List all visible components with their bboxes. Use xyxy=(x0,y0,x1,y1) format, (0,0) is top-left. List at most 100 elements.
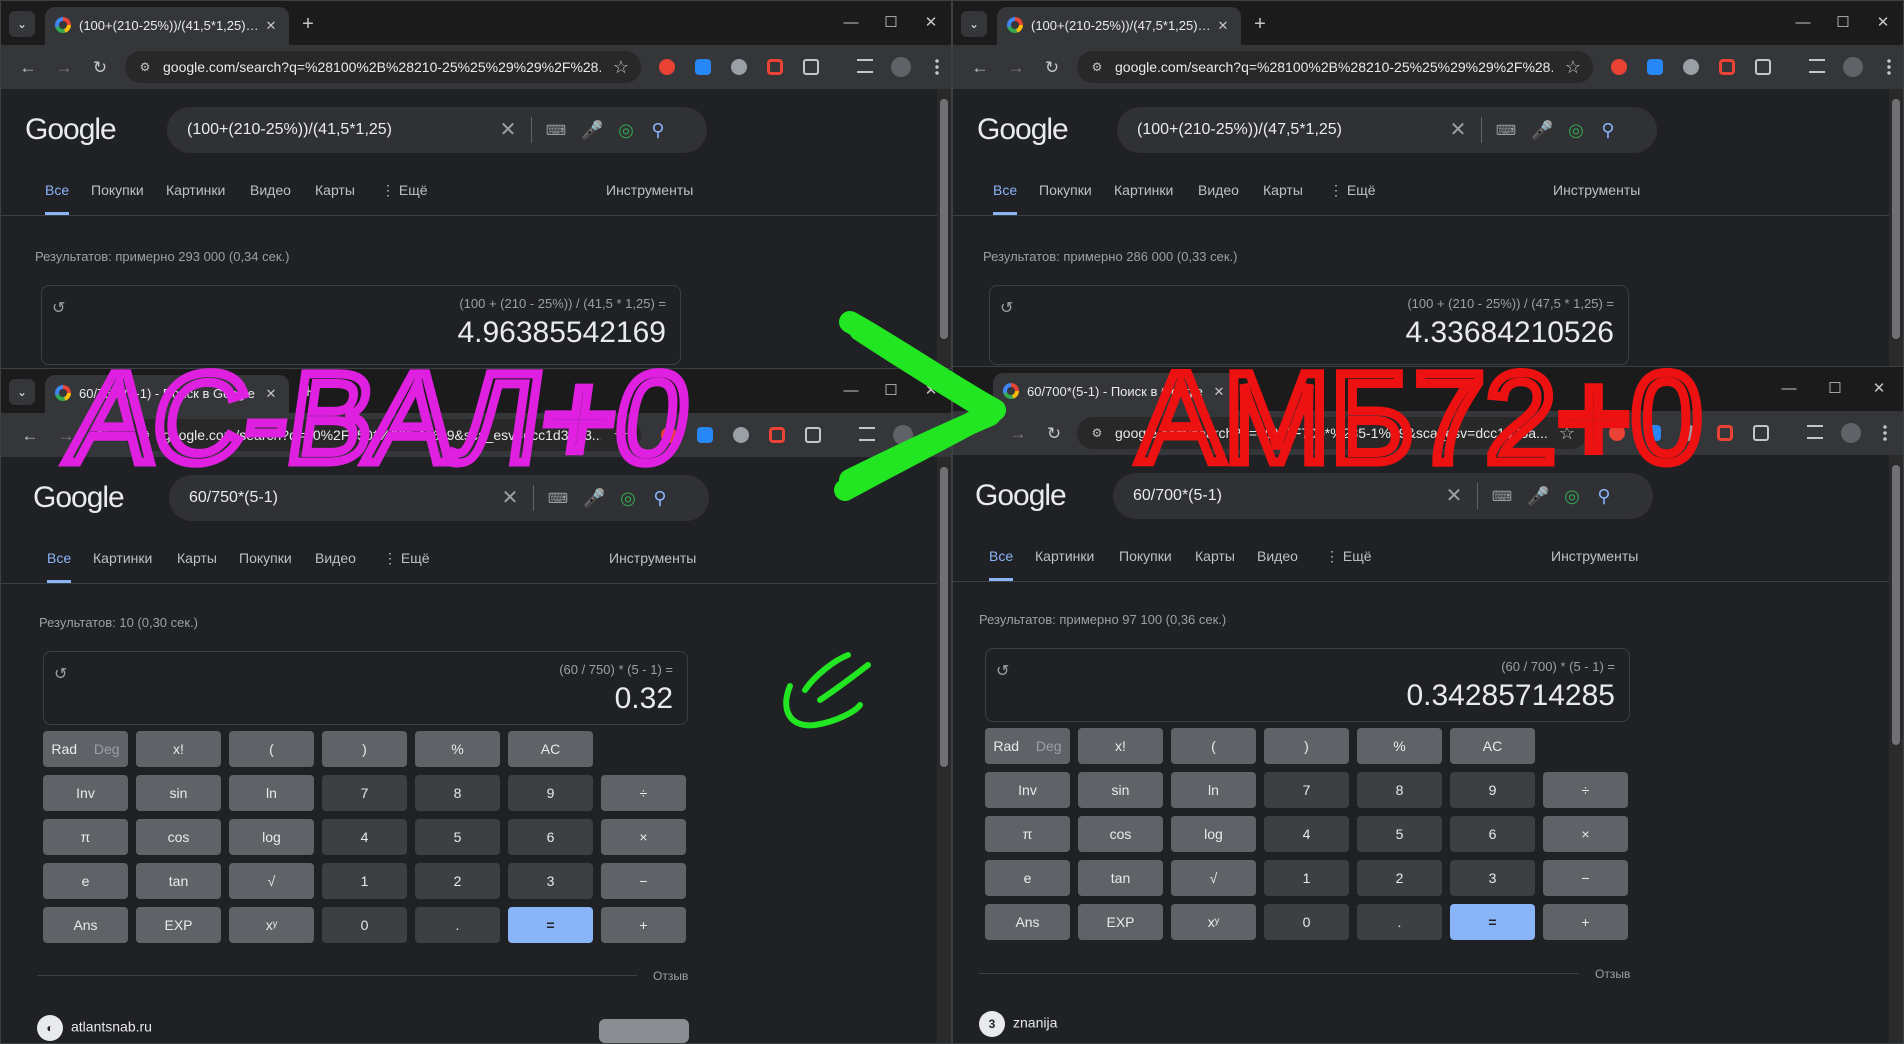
extensions-puzzle-icon[interactable] xyxy=(1755,59,1771,75)
back-button[interactable]: ← xyxy=(967,55,993,81)
scrollbar[interactable] xyxy=(937,457,951,1043)
tab-all[interactable]: Все xyxy=(47,537,72,583)
scrollbar-thumb[interactable] xyxy=(940,99,948,339)
browser-tab[interactable]: (100+(210-25%))/(41,5*1,25) - П ✕ xyxy=(45,7,289,45)
key-8[interactable]: 8 xyxy=(1357,772,1442,808)
tab-shopping[interactable]: Покупки xyxy=(239,537,292,580)
browser-tab[interactable]: 60/700*(5-1) - Поиск в Google ✕ xyxy=(993,373,1237,411)
tab-maps[interactable]: Карты xyxy=(1263,169,1303,212)
key-dot[interactable]: . xyxy=(415,907,500,943)
scrollbar[interactable] xyxy=(937,89,951,369)
tab-search-button[interactable]: ⌄ xyxy=(9,379,35,405)
tab-video[interactable]: Видео xyxy=(1198,169,1239,212)
key-5[interactable]: 5 xyxy=(1357,816,1442,852)
key-factorial[interactable]: x! xyxy=(1078,728,1163,764)
minimize-button[interactable]: — xyxy=(1769,375,1809,403)
search-input[interactable]: (100+(210-25%))/(41,5*1,25) ✕ ⌨ 🎤 ◎ ⚲ xyxy=(167,107,707,153)
chrome-menu-icon[interactable] xyxy=(937,426,941,444)
feedback-link[interactable]: Отзыв xyxy=(1595,967,1630,981)
chrome-menu-icon[interactable] xyxy=(1883,424,1887,442)
key-equals[interactable]: = xyxy=(1450,904,1535,940)
tab-close-icon[interactable]: ✕ xyxy=(1213,16,1233,36)
tab-more[interactable]: ⋮ Ещё xyxy=(1325,535,1372,578)
address-bar[interactable]: ⚙ google.com/search?q=%28100%2B%28210-25… xyxy=(125,51,641,83)
minimize-button[interactable]: — xyxy=(831,377,871,405)
key-sqrt[interactable]: √ xyxy=(1171,860,1256,896)
google-logo[interactable]: Google xyxy=(977,113,1069,147)
search-input[interactable]: 60/700*(5-1) ✕ ⌨ 🎤 ◎ ⚲ xyxy=(1113,473,1653,519)
profile-avatar-icon[interactable] xyxy=(1843,57,1863,77)
key-power[interactable]: xʸ xyxy=(229,907,314,943)
key-open-paren[interactable]: ( xyxy=(1171,728,1256,764)
key-0[interactable]: 0 xyxy=(322,907,407,943)
maximize-button[interactable]: ☐ xyxy=(1823,9,1863,37)
site-info-icon[interactable]: ⚙ xyxy=(137,427,153,443)
key-1[interactable]: 1 xyxy=(322,863,407,899)
key-plus[interactable]: + xyxy=(601,907,686,943)
extension-red-icon[interactable] xyxy=(1611,59,1627,75)
extension-record-icon[interactable] xyxy=(767,59,783,75)
vk-extension-icon[interactable] xyxy=(695,59,711,75)
new-tab-button[interactable]: + xyxy=(295,379,321,405)
microphone-icon[interactable]: 🎤 xyxy=(1527,485,1549,507)
back-button[interactable]: ← xyxy=(17,423,43,449)
reload-button[interactable]: ↻ xyxy=(1039,55,1065,81)
scrollbar-thumb[interactable] xyxy=(1892,99,1900,339)
key-7[interactable]: 7 xyxy=(1264,772,1349,808)
key-4[interactable]: 4 xyxy=(322,819,407,855)
microphone-icon[interactable]: 🎤 xyxy=(1531,119,1553,141)
bookmark-star-icon[interactable]: ☆ xyxy=(1559,423,1575,443)
extension-gray-icon[interactable] xyxy=(733,427,749,443)
profile-avatar-icon[interactable] xyxy=(893,425,913,445)
microphone-icon[interactable]: 🎤 xyxy=(581,119,603,141)
keyboard-icon[interactable]: ⌨ xyxy=(547,487,569,509)
minimize-button[interactable]: — xyxy=(1783,9,1823,37)
google-lens-icon[interactable]: ◎ xyxy=(615,119,637,141)
google-lens-icon[interactable]: ◎ xyxy=(617,487,639,509)
extension-red-icon[interactable] xyxy=(661,427,677,443)
search-icon[interactable]: ⚲ xyxy=(1597,119,1619,141)
maximize-button[interactable]: ☐ xyxy=(1815,375,1855,403)
search-input[interactable]: 60/750*(5-1) ✕ ⌨ 🎤 ◎ ⚲ xyxy=(169,475,709,521)
tab-maps[interactable]: Карты xyxy=(315,169,355,212)
key-power[interactable]: xʸ xyxy=(1171,904,1256,940)
minimize-button[interactable]: — xyxy=(831,9,871,37)
key-6[interactable]: 6 xyxy=(508,819,593,855)
tab-search-button[interactable]: ⌄ xyxy=(9,11,35,37)
extensions-puzzle-icon[interactable] xyxy=(803,59,819,75)
key-e[interactable]: e xyxy=(985,860,1070,896)
extension-red-icon[interactable] xyxy=(1609,425,1625,441)
scrollbar[interactable] xyxy=(1889,455,1903,1043)
clear-icon[interactable]: ✕ xyxy=(497,119,519,141)
reading-list-icon[interactable] xyxy=(859,427,875,441)
keyboard-icon[interactable]: ⌨ xyxy=(545,119,567,141)
tools-button[interactable]: Инструменты xyxy=(606,169,693,212)
clear-icon[interactable]: ✕ xyxy=(499,487,521,509)
tab-more[interactable]: ⋮ Ещё xyxy=(1329,169,1376,212)
tab-search-button[interactable]: ⌄ xyxy=(961,11,987,37)
key-tan[interactable]: tan xyxy=(1078,860,1163,896)
deg-label[interactable]: Deg xyxy=(94,731,120,767)
key-equals[interactable]: = xyxy=(508,907,593,943)
key-ln[interactable]: ln xyxy=(1171,772,1256,808)
forward-button[interactable]: → xyxy=(1005,421,1031,447)
history-icon[interactable]: ↺ xyxy=(54,664,67,684)
key-cos[interactable]: cos xyxy=(1078,816,1163,852)
key-sin[interactable]: sin xyxy=(1078,772,1163,808)
address-bar[interactable]: ⚙ google.com/search?q=60%2F750*%285-1%29… xyxy=(125,419,641,451)
tab-all[interactable]: Все xyxy=(993,169,1018,215)
search-icon[interactable]: ⚲ xyxy=(1593,485,1615,507)
key-divide[interactable]: ÷ xyxy=(1543,772,1628,808)
bookmark-star-icon[interactable]: ☆ xyxy=(613,425,629,445)
key-inv[interactable]: Inv xyxy=(43,775,128,811)
key-ln[interactable]: ln xyxy=(229,775,314,811)
tab-close-icon[interactable]: ✕ xyxy=(261,384,281,404)
vk-extension-icon[interactable] xyxy=(1647,59,1663,75)
reload-button[interactable]: ↻ xyxy=(89,423,115,449)
extensions-puzzle-icon[interactable] xyxy=(805,427,821,443)
forward-button[interactable]: → xyxy=(53,423,79,449)
tab-close-icon[interactable]: ✕ xyxy=(261,16,281,36)
microphone-icon[interactable]: 🎤 xyxy=(583,487,605,509)
key-ac[interactable]: AC xyxy=(508,731,593,767)
close-window-button[interactable]: ✕ xyxy=(1863,9,1903,37)
